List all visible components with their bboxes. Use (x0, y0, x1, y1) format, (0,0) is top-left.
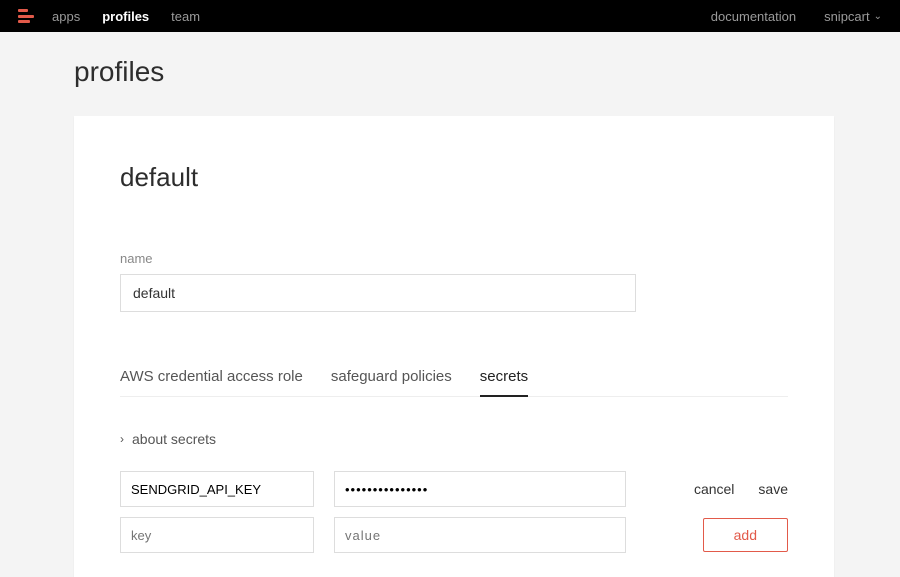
add-button[interactable]: add (703, 518, 788, 552)
profile-card: default name AWS credential access role … (74, 116, 834, 577)
nav-documentation[interactable]: documentation (711, 9, 796, 24)
secret-row-actions: cancel save (694, 481, 788, 497)
name-input[interactable] (120, 274, 636, 312)
new-secret-actions: add (703, 518, 788, 552)
chevron-right-icon: › (120, 432, 124, 446)
nav-left: apps profiles team (52, 9, 200, 24)
secret-value-input[interactable] (334, 471, 626, 507)
nav-profiles[interactable]: profiles (102, 9, 149, 24)
nav-team[interactable]: team (171, 9, 200, 24)
about-secrets-label: about secrets (132, 431, 216, 447)
nav-right: documentation snipcart ⌄ (711, 9, 882, 24)
tab-safeguard[interactable]: safeguard policies (331, 368, 452, 396)
tab-secrets[interactable]: secrets (480, 368, 528, 397)
save-button[interactable]: save (758, 481, 788, 497)
chevron-down-icon: ⌄ (874, 11, 882, 22)
nav-apps[interactable]: apps (52, 9, 80, 24)
new-secret-key-input[interactable] (120, 517, 314, 553)
new-secret-value-input[interactable] (334, 517, 626, 553)
tabs: AWS credential access role safeguard pol… (120, 368, 788, 397)
about-secrets-toggle[interactable]: › about secrets (120, 431, 788, 447)
tab-aws-role[interactable]: AWS credential access role (120, 368, 303, 396)
user-name: snipcart (824, 9, 870, 24)
topbar: apps profiles team documentation snipcar… (0, 0, 900, 32)
app-logo-icon[interactable] (18, 9, 34, 23)
secret-row-editing: cancel save (120, 471, 788, 507)
page: profiles default name AWS credential acc… (0, 32, 900, 577)
cancel-button[interactable]: cancel (694, 481, 734, 497)
user-menu[interactable]: snipcart ⌄ (824, 9, 882, 24)
secret-row-new: add (120, 517, 788, 553)
profile-title: default (120, 162, 788, 193)
page-title: profiles (74, 56, 900, 88)
secret-key-input[interactable] (120, 471, 314, 507)
name-label: name (120, 251, 788, 266)
